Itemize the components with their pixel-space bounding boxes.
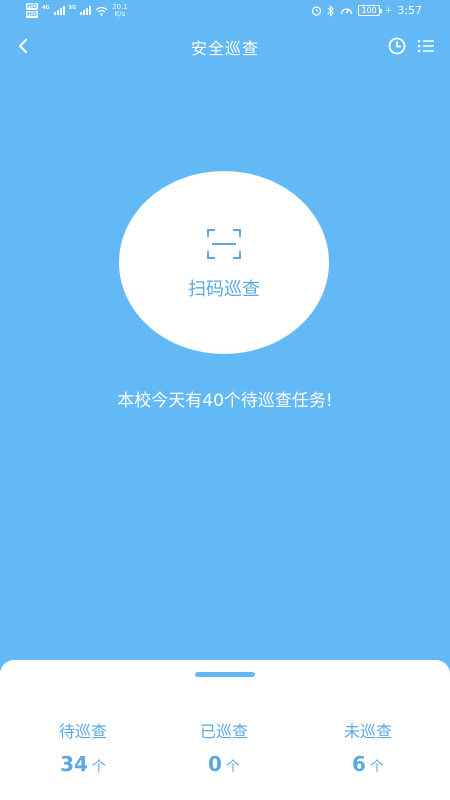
clock-time: 3:57 bbox=[397, 4, 422, 17]
stat-completed[interactable]: 已巡查 0个 bbox=[164, 718, 284, 776]
stat-value: 0 bbox=[208, 752, 222, 776]
signal-icon bbox=[53, 6, 65, 15]
hd-badges: HD HD bbox=[26, 3, 39, 18]
page-title: 安全巡查 bbox=[190, 39, 259, 58]
list-menu-icon[interactable] bbox=[416, 37, 436, 55]
stat-value: 6 bbox=[352, 752, 366, 776]
stat-label: 已巡查 bbox=[199, 722, 248, 741]
hd-badge: HD bbox=[26, 3, 39, 10]
speedometer-icon bbox=[341, 8, 353, 15]
stats-bottom-sheet: 待巡查 34 个 已巡查 0个 未巡查 6个 bbox=[0, 660, 450, 800]
charging-icon: + bbox=[384, 5, 393, 16]
stat-unit: 个 bbox=[369, 759, 384, 775]
signal-icon bbox=[80, 6, 92, 15]
stat-unit: 个 bbox=[225, 759, 240, 775]
stat-label: 未巡查 bbox=[343, 722, 392, 741]
scan-patrol-label: 扫码巡查 bbox=[188, 279, 260, 300]
stat-pending[interactable]: 待巡查 34 个 bbox=[23, 718, 143, 776]
stat-not-patrolled[interactable]: 未巡查 6个 bbox=[308, 718, 428, 776]
bluetooth-icon bbox=[328, 4, 335, 17]
stat-value: 34 bbox=[60, 752, 88, 776]
top-nav-bar: 安全巡查 bbox=[0, 28, 450, 64]
hd-badge: HD bbox=[26, 11, 39, 18]
network-type-label: 5G bbox=[68, 4, 77, 11]
speed-unit: K/s bbox=[114, 9, 126, 18]
wifi-icon bbox=[95, 6, 108, 16]
battery-icon: 100 bbox=[358, 5, 383, 16]
alarm-icon bbox=[312, 6, 322, 16]
status-bar: HD HD 4G 5G 20.1 K/s 100 + 3:57 bbox=[0, 0, 450, 24]
pending-task-message: 本校今天有40个待巡查任务! bbox=[117, 391, 333, 411]
scan-frame-icon bbox=[207, 229, 241, 259]
stat-label: 待巡查 bbox=[58, 722, 107, 741]
sheet-drag-handle[interactable] bbox=[195, 672, 255, 677]
scan-patrol-button[interactable]: 扫码巡查 bbox=[119, 171, 329, 354]
network-speed: 20.1 K/s bbox=[112, 3, 128, 18]
network-type-label: 4G bbox=[42, 4, 50, 11]
stat-unit: 个 bbox=[91, 759, 106, 775]
history-clock-icon[interactable] bbox=[387, 36, 407, 56]
